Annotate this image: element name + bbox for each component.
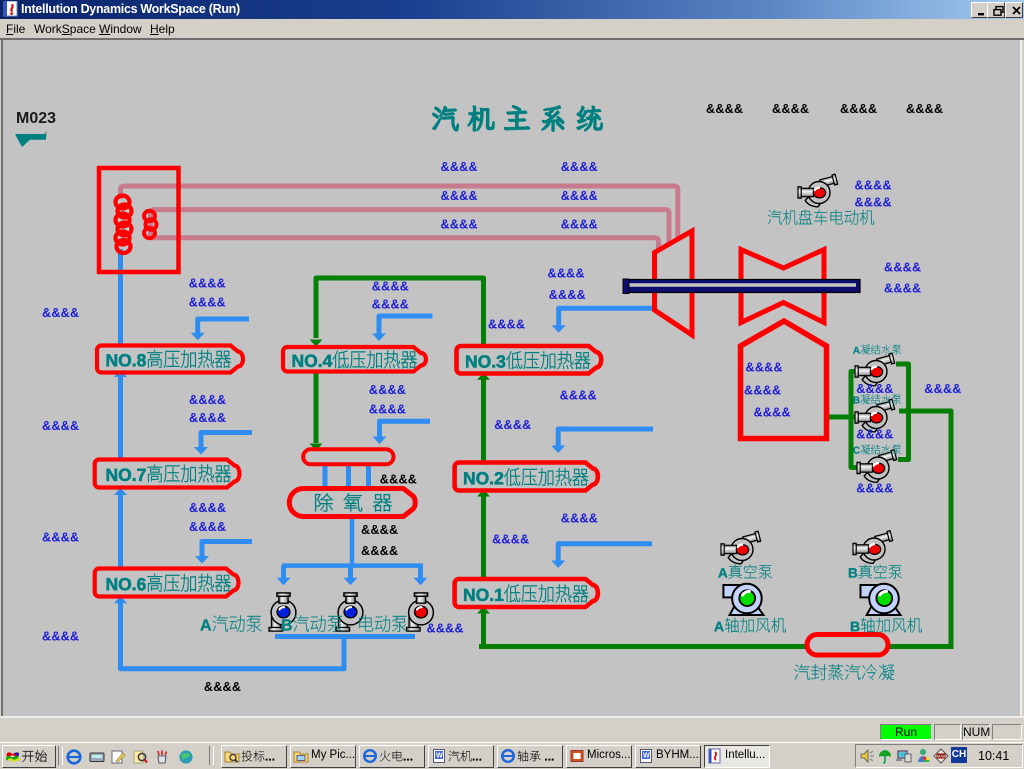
svg-text:W: W <box>436 753 443 760</box>
svg-text:W: W <box>643 753 650 760</box>
svg-text:MAIL: MAIL <box>937 754 947 759</box>
